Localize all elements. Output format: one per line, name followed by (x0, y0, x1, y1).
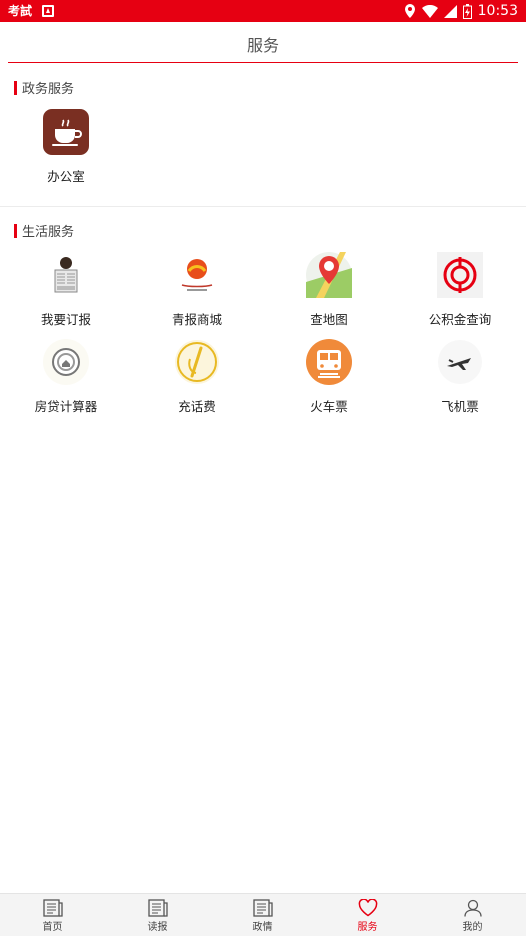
tab-label: 读报 (147, 922, 168, 933)
housing-fund-icon (437, 252, 483, 298)
baidu-map-icon (306, 252, 352, 298)
tab-services[interactable]: 服务 (315, 894, 420, 936)
service-tile-map[interactable]: 查地图 (263, 252, 395, 328)
service-label: 办公室 (47, 169, 85, 184)
train-ticket-icon (306, 339, 352, 385)
section-title-gov: 政务服务 (14, 78, 74, 97)
section-marker (14, 80, 17, 95)
service-label: 火车票 (310, 399, 348, 414)
tab-home[interactable]: 首页 (0, 894, 105, 936)
location-icon (404, 4, 416, 18)
heart-icon (358, 899, 377, 917)
service-label: 查地图 (310, 312, 348, 327)
app-store-notification-icon (42, 5, 55, 17)
section-marker (14, 223, 17, 238)
service-tile-office[interactable]: 办公室 (0, 109, 132, 185)
signal-icon (443, 4, 457, 18)
wifi-icon (421, 4, 438, 18)
header-underline (8, 62, 518, 63)
tab-read[interactable]: 读报 (105, 894, 210, 936)
section-divider (0, 206, 526, 207)
tab-label: 服务 (357, 922, 378, 933)
service-label: 公积金查询 (428, 312, 492, 327)
newspaper-icon (42, 899, 63, 917)
plane-ticket-icon (437, 339, 483, 385)
qingbao-mall-logo-icon (174, 252, 220, 298)
service-label: 飞机票 (441, 399, 479, 414)
coffee-cup-icon (43, 109, 89, 155)
service-tile-train[interactable]: 火车票 (263, 339, 395, 415)
service-tile-recharge[interactable]: 充话费 (131, 339, 263, 415)
service-tile-fund[interactable]: 公积金查询 (394, 252, 526, 328)
user-icon (463, 899, 482, 917)
page-header: 服务 (0, 22, 526, 63)
section-title-life: 生活服务 (14, 221, 74, 240)
tab-label: 政情 (252, 922, 273, 933)
service-label: 充话费 (178, 399, 216, 414)
newspaper-reader-icon (43, 252, 89, 298)
clock-time: 10:53 (477, 3, 518, 19)
tab-label: 我的 (462, 922, 483, 933)
service-label: 青报商城 (171, 312, 222, 327)
bottom-tab-bar: 首页 读报 政情 服务 我的 (0, 893, 526, 936)
app-notification-icon: 考試 (8, 4, 33, 18)
tab-politics[interactable]: 政情 (210, 894, 315, 936)
service-tile-mall[interactable]: 青报商城 (131, 252, 263, 328)
tab-label: 首页 (42, 922, 63, 933)
newspaper-icon (252, 899, 273, 917)
section-title-text: 生活服务 (22, 225, 75, 240)
service-tile-mortgage[interactable]: 房贷计算器 (0, 339, 132, 415)
phone-recharge-icon (174, 339, 220, 385)
section-title-text: 政务服务 (22, 82, 75, 97)
service-tile-subscribe[interactable]: 我要订报 (0, 252, 132, 328)
tab-me[interactable]: 我的 (420, 894, 525, 936)
page-title: 服务 (246, 36, 279, 55)
battery-icon (462, 3, 472, 19)
service-tile-flight[interactable]: 飞机票 (394, 339, 526, 415)
status-bar: 考試 10:53 (0, 0, 526, 22)
service-label: 房贷计算器 (34, 399, 98, 414)
mortgage-calculator-icon (43, 339, 89, 385)
service-label: 我要订报 (40, 312, 91, 327)
newspaper-icon (147, 899, 168, 917)
